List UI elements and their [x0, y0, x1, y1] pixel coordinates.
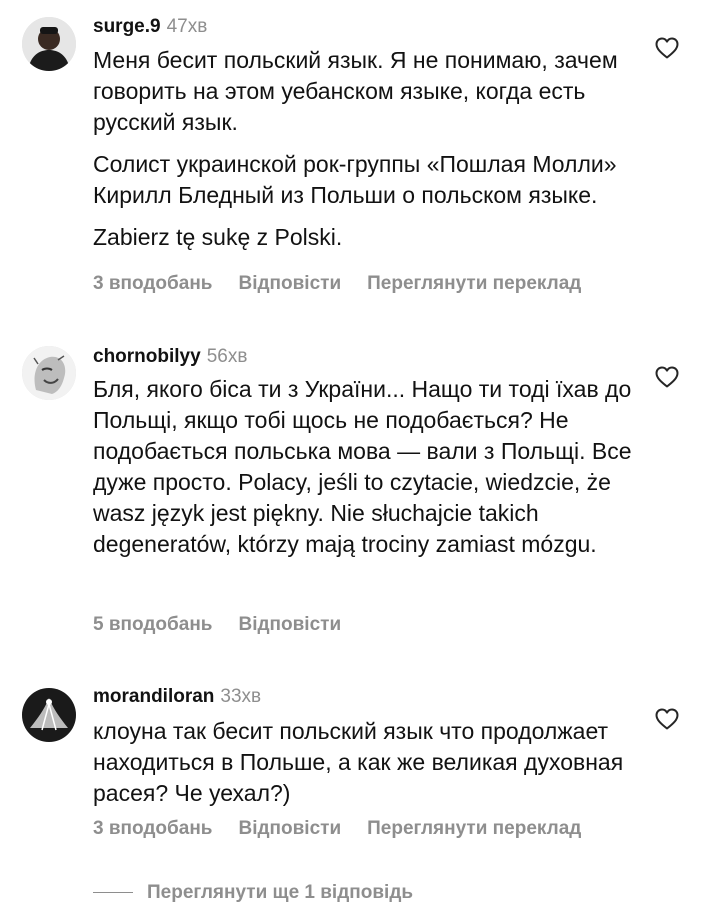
comment-actions: 3 вподобань Відповісти Переглянути перекла…	[93, 818, 607, 840]
user-avatar-icon	[22, 688, 76, 742]
timestamp[interactable]: 47хв	[167, 16, 208, 37]
comment-text: Меня бесит польский язык. Я не понимаю, …	[93, 45, 653, 253]
avatar[interactable]	[22, 688, 76, 742]
divider	[93, 892, 133, 894]
user-avatar-icon	[22, 17, 76, 71]
likes-count[interactable]: 5 вподобань	[93, 614, 212, 636]
avatar[interactable]	[22, 346, 76, 400]
like-button[interactable]	[655, 37, 679, 59]
comment-paragraph: клоуна так бесит польский язык что продо…	[93, 718, 624, 806]
see-translation-button[interactable]: Переглянути переклад	[367, 273, 581, 295]
comment-paragraph: Меня бесит польский язык. Я не понимаю, …	[93, 47, 618, 135]
comment-text: клоуна так бесит польский язык что продо…	[93, 716, 653, 809]
comment-paragraph: Zabierz tę sukę z Polski.	[93, 224, 343, 250]
comment-actions: 3 вподобань Відповісти Переглянути перекла…	[93, 273, 607, 295]
like-button[interactable]	[655, 366, 679, 388]
heart-outline-icon	[655, 366, 679, 388]
comment-actions: 5 вподобань Відповісти	[93, 614, 367, 636]
avatar[interactable]	[22, 17, 76, 71]
heart-outline-icon	[655, 37, 679, 59]
reply-button[interactable]: Відповісти	[238, 818, 341, 840]
comment-meta: chornobilyy 56хв	[93, 346, 247, 368]
likes-count[interactable]: 3 вподобань	[93, 273, 212, 295]
timestamp[interactable]: 33хв	[220, 686, 261, 707]
timestamp[interactable]: 56хв	[207, 346, 248, 367]
like-button[interactable]	[655, 708, 679, 730]
view-more-replies-label: Переглянути ще 1 відповідь	[147, 882, 414, 903]
see-translation-button[interactable]: Переглянути переклад	[367, 818, 581, 840]
likes-count[interactable]: 3 вподобань	[93, 818, 212, 840]
comment-paragraph: Бля, якого біса ти з України... Нащо ти …	[93, 376, 632, 557]
comment-meta: surge.9 47хв	[93, 16, 207, 38]
username[interactable]: surge.9	[93, 16, 161, 37]
comment-paragraph: Солист украинской рок-группы «Пошлая Мол…	[93, 151, 617, 208]
reply-button[interactable]: Відповісти	[238, 614, 341, 636]
view-more-replies-button[interactable]: Переглянути ще 1 відповідь	[93, 882, 413, 904]
heart-outline-icon	[655, 708, 679, 730]
user-avatar-icon	[22, 346, 76, 400]
username[interactable]: morandiloran	[93, 686, 214, 707]
username[interactable]: chornobilyy	[93, 346, 201, 367]
comment-text: Бля, якого біса ти з України... Нащо ти …	[93, 374, 653, 560]
reply-button[interactable]: Відповісти	[238, 273, 341, 295]
comment-meta: morandiloran 33хв	[93, 686, 261, 708]
